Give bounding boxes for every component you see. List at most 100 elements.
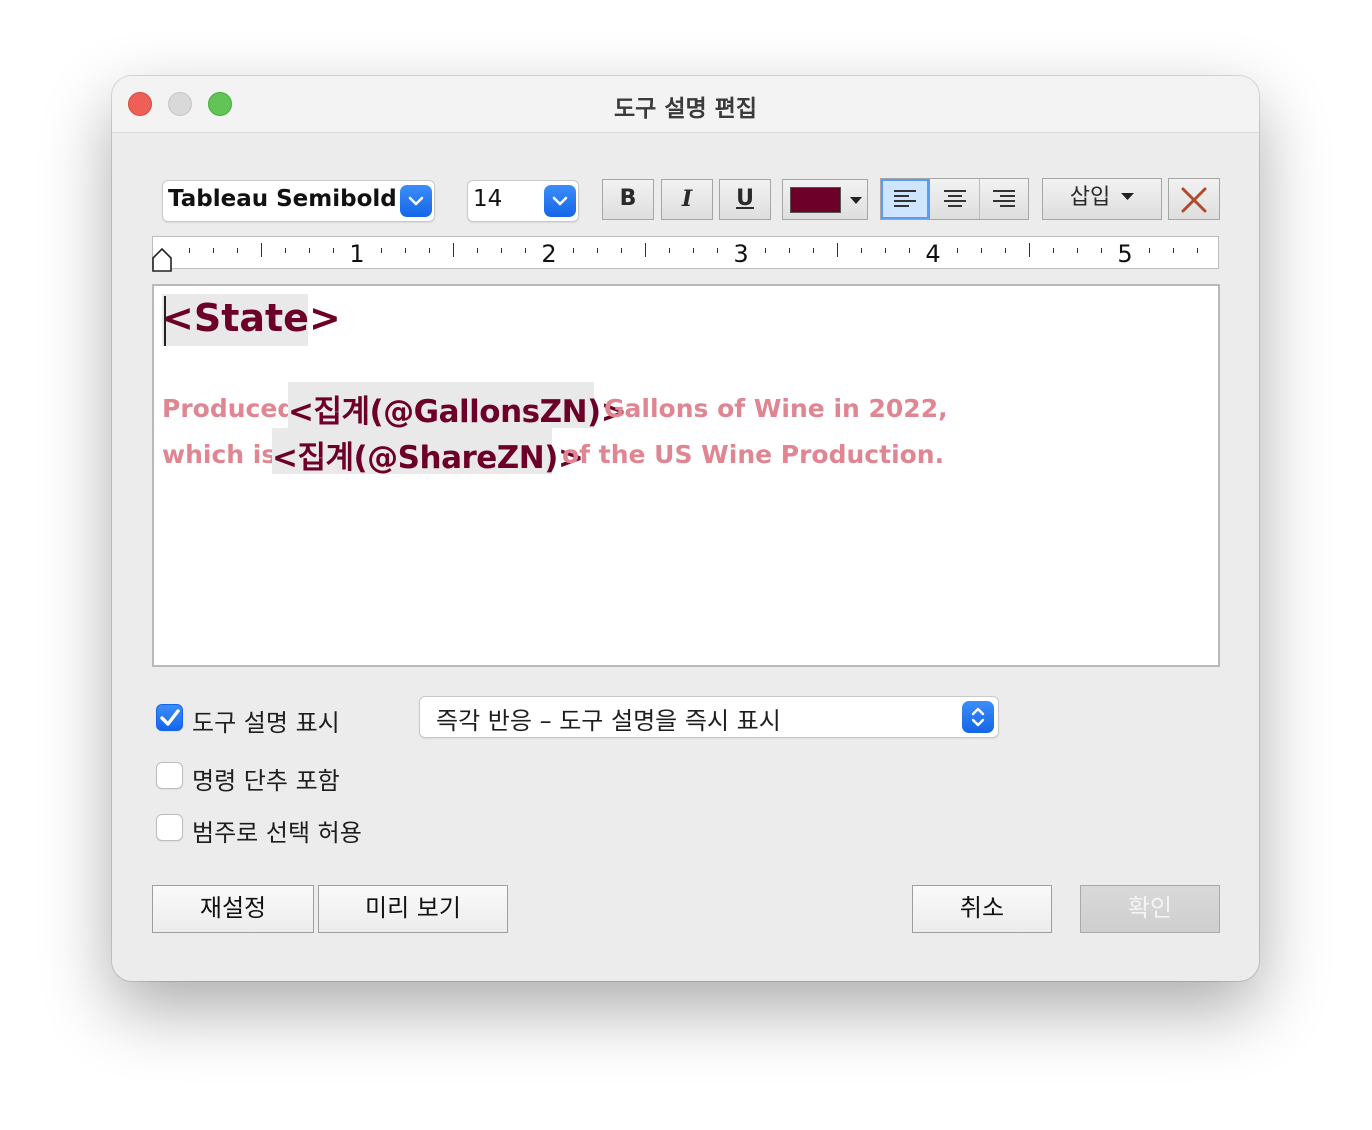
- ruler-tick: [381, 248, 382, 253]
- allow-legend-selection-checkbox[interactable]: [156, 814, 183, 841]
- ruler-tick: [237, 248, 238, 253]
- ruler-label-3: 3: [733, 240, 749, 268]
- font-size-select[interactable]: 14: [467, 180, 579, 222]
- font-family-dropdown-button[interactable]: [400, 185, 432, 217]
- align-left-icon: [894, 190, 916, 207]
- tooltip-mode-value: 즉각 반응 – 도구 설명을 즉시 표시: [436, 707, 781, 735]
- ruler-label-5: 5: [1117, 240, 1133, 268]
- underline-button[interactable]: U: [719, 179, 771, 220]
- ruler-tick: [285, 248, 286, 253]
- ruler-tick: [189, 248, 190, 253]
- include-command-buttons-checkbox[interactable]: [156, 762, 183, 789]
- ruler-tick: [1005, 248, 1006, 253]
- alignment-group: [880, 178, 1029, 220]
- ruler-tick: [717, 248, 718, 253]
- caret-down-icon: [850, 197, 862, 204]
- ruler-tick: [765, 248, 766, 253]
- state-field: <State>: [162, 296, 341, 340]
- italic-label: I: [681, 186, 693, 212]
- ruler-tick: [1053, 248, 1054, 253]
- ruler-tick: [309, 248, 310, 253]
- insert-menu-button[interactable]: 삽입: [1042, 178, 1162, 220]
- ruler-tick: [213, 248, 214, 253]
- ruler-tick: [957, 248, 958, 253]
- ruler-tick: [885, 248, 886, 253]
- include-command-buttons-label: 명령 단추 포함: [192, 767, 340, 795]
- font-family-value: Tableau Semibold: [168, 186, 397, 212]
- clear-formatting-button[interactable]: [1168, 178, 1220, 220]
- ruler-tick: [669, 248, 670, 253]
- text-color-picker[interactable]: [782, 179, 868, 220]
- ruler-tick: [477, 248, 478, 253]
- tooltip-mode-stepper-button[interactable]: [962, 701, 994, 733]
- chevron-down-icon: [552, 196, 568, 206]
- ruler-tick: [621, 248, 622, 253]
- italic-button[interactable]: I: [661, 179, 713, 220]
- indent-marker-icon[interactable]: [151, 248, 175, 273]
- align-right-button[interactable]: [980, 179, 1029, 219]
- ruler-tick: [981, 248, 982, 253]
- share-field: <집계(@ShareZN)>: [272, 440, 584, 476]
- ruler-label-1: 1: [349, 240, 365, 268]
- font-family-select[interactable]: Tableau Semibold: [162, 180, 435, 222]
- font-size-dropdown-button[interactable]: [544, 185, 576, 217]
- line2-prefix: Produced: [162, 394, 296, 423]
- ruler-tick: [333, 248, 334, 253]
- chevron-down-icon: [408, 196, 424, 206]
- ruler-tick: [597, 248, 598, 253]
- ruler-tick: [1077, 248, 1078, 253]
- bold-label: B: [619, 186, 637, 211]
- show-tooltip-label: 도구 설명 표시: [192, 709, 340, 737]
- window-title: 도구 설명 편집: [614, 96, 757, 122]
- align-center-button[interactable]: [930, 179, 980, 219]
- checkmark-icon: [160, 709, 180, 726]
- font-size-value: 14: [473, 186, 503, 212]
- caret-down-icon: [1121, 193, 1135, 200]
- reset-button[interactable]: 재설정: [152, 885, 314, 933]
- ruler-tick: [429, 248, 430, 253]
- bold-button[interactable]: B: [602, 179, 654, 220]
- ruler-tick: [813, 248, 814, 253]
- close-x-icon: [1181, 187, 1207, 213]
- insert-label: 삽입: [1069, 185, 1111, 210]
- show-tooltip-checkbox[interactable]: [156, 704, 183, 731]
- align-left-button[interactable]: [881, 179, 930, 219]
- underline-label: U: [736, 186, 754, 211]
- ruler-tick: [789, 248, 790, 253]
- line3-suffix: of the US Wine Production.: [562, 440, 945, 469]
- ruler-tick: [501, 248, 502, 253]
- ruler-label-4: 4: [925, 240, 941, 268]
- tooltip-editor-dialog: 도구 설명 편집 Tableau Semibold 14 B I U 삽입 1 …: [112, 76, 1259, 981]
- ruler-tick: [861, 248, 862, 253]
- ruler-tick: [693, 248, 694, 253]
- ruler-tick: [1029, 243, 1030, 257]
- align-center-icon: [944, 190, 966, 207]
- allow-legend-selection-label: 범주로 선택 허용: [192, 819, 362, 847]
- ruler-tick: [453, 243, 454, 257]
- ruler-tick: [261, 243, 262, 257]
- tooltip-mode-select[interactable]: 즉각 반응 – 도구 설명을 즉시 표시: [419, 696, 999, 738]
- ruler-tick: [573, 248, 574, 253]
- title-bar: 도구 설명 편집: [112, 76, 1259, 133]
- ok-button[interactable]: 확인: [1080, 885, 1220, 933]
- ruler-tick: [837, 243, 838, 257]
- line3-prefix: which is: [162, 440, 277, 469]
- ruler-tick: [1197, 248, 1198, 253]
- cancel-button[interactable]: 취소: [912, 885, 1052, 933]
- ruler-tick: [1149, 248, 1150, 253]
- ruler-tick: [1101, 248, 1102, 253]
- chevron-up-down-icon: [971, 707, 985, 727]
- ruler-label-2: 2: [541, 240, 557, 268]
- align-right-icon: [993, 190, 1015, 207]
- preview-button[interactable]: 미리 보기: [318, 885, 508, 933]
- line2-suffix: Gallons of Wine in 2022,: [604, 394, 948, 423]
- ruler-tick: [525, 248, 526, 253]
- ruler: 1 2 3 4 5: [152, 236, 1219, 272]
- ruler-tick: [1173, 248, 1174, 253]
- tooltip-text-editor[interactable]: <State> Produced <집계(@GallonsZN)> Gallon…: [152, 284, 1220, 667]
- text-color-swatch: [790, 187, 841, 213]
- ruler-tick: [909, 248, 910, 253]
- ruler-tick: [405, 248, 406, 253]
- ruler-tick: [645, 243, 646, 257]
- gallons-field: <집계(@GallonsZN)>: [288, 394, 627, 430]
